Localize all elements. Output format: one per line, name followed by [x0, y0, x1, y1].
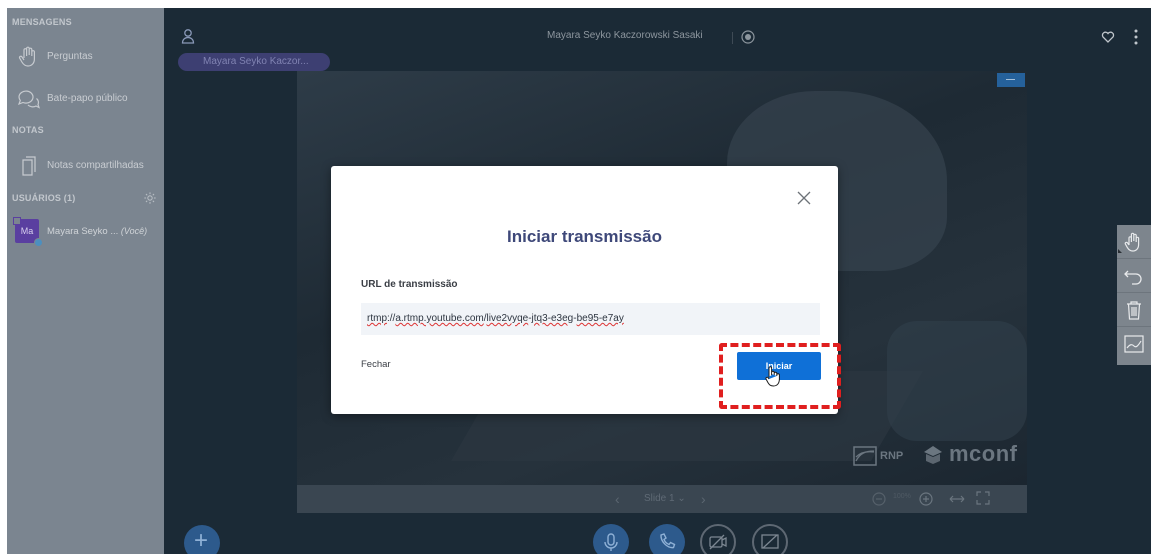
highlight-annotation — [719, 343, 841, 409]
url-segment: rtmp — [367, 313, 387, 324]
url-segment: live2 — [486, 313, 508, 324]
url-field-label: URL de transmissão — [361, 279, 458, 290]
url-segment: a.rtmp.youtube.com — [395, 313, 484, 324]
url-input-value: rtmp://a.rtmp.youtube.com/live2vyqe-jtq3… — [367, 313, 624, 324]
dialog-title: Iniciar transmissão — [507, 227, 662, 246]
url-segment: be95-e7ay — [576, 313, 624, 324]
url-input[interactable]: rtmp://a.rtmp.youtube.com/live2vyqe-jtq3… — [361, 303, 820, 335]
close-icon[interactable] — [796, 190, 812, 206]
url-segment: vyqe — [507, 313, 529, 324]
close-button[interactable]: Fechar — [361, 359, 391, 370]
url-segment: jtq3-e3eg — [531, 313, 574, 324]
conference-app: MENSAGENS Perguntas Bate-papo público NO… — [7, 8, 1151, 554]
screenshot-frame: MENSAGENS Perguntas Bate-papo público NO… — [0, 0, 1151, 554]
